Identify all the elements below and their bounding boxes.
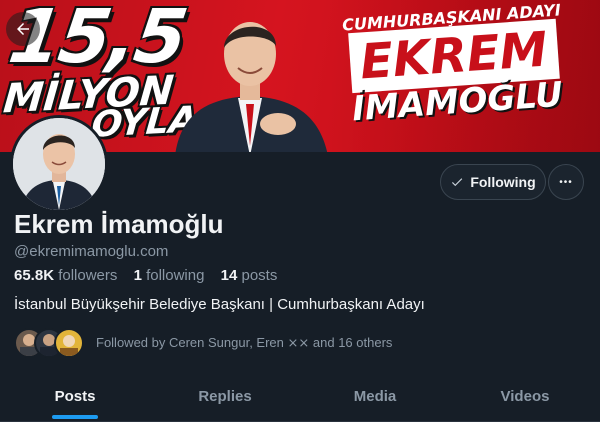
avatar-portrait xyxy=(13,118,105,210)
followed-by-text: Followed by Ceren Sungur, Eren ⨯⨯ and 16… xyxy=(96,335,393,350)
tab-posts[interactable]: Posts xyxy=(0,372,150,421)
profile-tabs: Posts Replies Media Videos xyxy=(0,372,600,422)
following-count: 1 xyxy=(133,267,142,284)
display-name: Ekrem İmamoğlu xyxy=(14,209,224,239)
following-button-label: Following xyxy=(470,174,536,190)
follower-avatar xyxy=(54,328,84,358)
profile-handle: @ekremimamoglu.com xyxy=(14,243,169,260)
followers-count: 65.8K xyxy=(14,267,55,284)
tab-videos-label: Videos xyxy=(500,388,550,405)
tab-videos[interactable]: Videos xyxy=(450,372,600,421)
following-label: following xyxy=(146,267,205,284)
tab-replies-label: Replies xyxy=(198,388,252,405)
posts-count-group: 14 posts xyxy=(221,267,278,284)
banner-person-illustration xyxy=(175,22,327,152)
following-button[interactable]: Following xyxy=(440,164,546,200)
following-link[interactable]: 1 following xyxy=(134,267,205,284)
tab-media-label: Media xyxy=(353,388,397,405)
followers-link[interactable]: 65.8K followers xyxy=(14,267,117,284)
followed-by-row[interactable]: Followed by Ceren Sungur, Eren ⨯⨯ and 16… xyxy=(14,326,392,360)
tab-media[interactable]: Media xyxy=(300,372,450,421)
profile-bio: İstanbul Büyükşehir Belediye Başkanı | C… xyxy=(14,296,425,313)
tab-posts-label: Posts xyxy=(54,388,96,405)
posts-count: 14 xyxy=(220,267,238,284)
active-tab-indicator xyxy=(52,415,98,419)
ellipsis-icon: ••• xyxy=(559,176,573,188)
profile-avatar[interactable] xyxy=(10,115,108,213)
more-options-button[interactable]: ••• xyxy=(548,164,584,200)
profile-stats: 65.8K followers 1 following 14 posts xyxy=(14,267,277,284)
followers-label: followers xyxy=(58,267,118,284)
posts-label: posts xyxy=(241,267,278,284)
tab-replies[interactable]: Replies xyxy=(150,372,300,421)
check-icon xyxy=(452,178,463,187)
arrow-left-icon xyxy=(17,23,29,35)
back-button[interactable] xyxy=(6,12,40,46)
